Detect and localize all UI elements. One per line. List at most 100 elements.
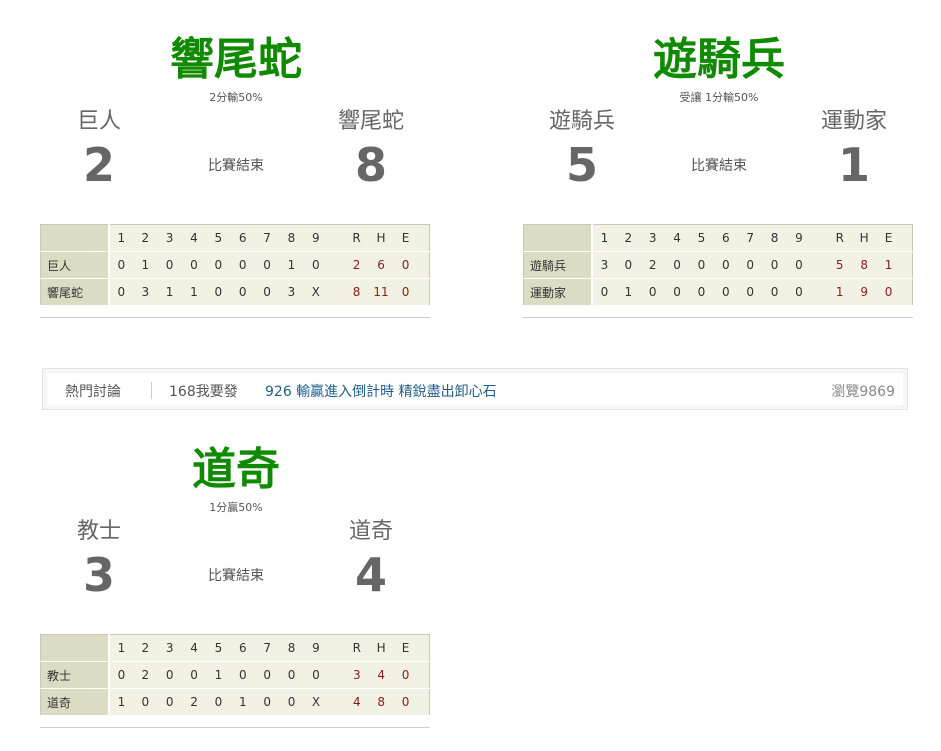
rhe-header: R <box>344 634 369 662</box>
rhe-header: E <box>393 224 418 252</box>
rhe-value: 4 <box>368 661 394 689</box>
inning-runs: 0 <box>157 661 182 689</box>
box-score-table: 1 2 3 4 5 6 7 8 9 R H E 教士 0 2 0 0 1 0 0 0 0 3 4 0 道奇 1 0 0 2 0 1 0 0 X 4 8 0 <box>40 634 430 716</box>
rhe-value: 5 <box>827 251 852 279</box>
inning-runs: 0 <box>254 251 280 279</box>
inning-runs: 0 <box>108 278 134 306</box>
inning-header: 7 <box>254 224 280 252</box>
inning-runs: 1 <box>157 278 182 306</box>
box-score-team-row: 道奇 1 0 0 2 0 1 0 0 X 4 8 0 <box>40 688 430 716</box>
spacer-cell <box>417 688 430 716</box>
box-score-table: 1 2 3 4 5 6 7 8 9 R H E 遊騎兵 3 0 2 0 0 0 0 0 0 5 8 1 運動家 0 1 0 0 0 0 0 0 0 1… <box>523 224 913 306</box>
game-status: 比賽結束 <box>208 568 264 584</box>
spacer-cell <box>327 251 345 279</box>
spacer-cell <box>900 251 913 279</box>
inning-header: 1 <box>108 224 134 252</box>
rhe-header: H <box>851 224 877 252</box>
rhe-value: 0 <box>876 278 901 306</box>
header-blank-cell <box>40 224 110 252</box>
home-team-score: 8 <box>354 138 387 192</box>
inning-runs: 0 <box>786 251 812 279</box>
inning-header: 3 <box>640 224 665 252</box>
betting-note: 受讓 1分輸50% <box>679 91 759 104</box>
away-team-score: 5 <box>565 138 598 192</box>
inning-runs: 0 <box>133 688 158 716</box>
rhe-value: 3 <box>344 661 369 689</box>
rhe-value: 9 <box>851 278 877 306</box>
spacer-cell <box>327 224 345 252</box>
inning-runs: 2 <box>181 688 207 716</box>
box-score-team-row: 響尾蛇 0 3 1 1 0 0 0 3 X 8 11 0 <box>40 278 430 306</box>
box-score-team-row: 巨人 0 1 0 0 0 0 0 1 0 2 6 0 <box>40 251 430 279</box>
post-title-link[interactable]: 926 輸贏進入倒計時 精銳盡出卸心石 <box>265 381 497 401</box>
rhe-header: H <box>368 634 394 662</box>
rhe-value: 4 <box>344 688 369 716</box>
inning-header: 7 <box>738 224 763 252</box>
inning-header: 2 <box>616 224 641 252</box>
inning-runs: 1 <box>133 251 158 279</box>
winner-team: 遊騎兵 <box>653 34 785 85</box>
rhe-value: 8 <box>851 251 877 279</box>
inning-runs: 0 <box>664 251 690 279</box>
inning-runs: 0 <box>279 661 304 689</box>
inning-runs: 3 <box>133 278 158 306</box>
inning-runs: 0 <box>230 251 255 279</box>
inning-runs: 0 <box>279 688 304 716</box>
inning-runs: 1 <box>230 688 256 716</box>
inning-header: 6 <box>230 634 256 662</box>
inning-header: 2 <box>133 224 158 252</box>
inning-runs: 0 <box>713 251 739 279</box>
inning-header: 8 <box>279 634 304 662</box>
away-team-name: 巨人 <box>76 109 121 134</box>
row-team-name: 運動家 <box>523 278 593 306</box>
inning-runs: 0 <box>206 688 231 716</box>
home-team-name: 運動家 <box>820 109 887 134</box>
spacer-cell <box>417 251 430 279</box>
rhe-value: 2 <box>344 251 369 279</box>
post-author[interactable]: 168我要發 <box>169 381 238 401</box>
inning-runs: 0 <box>303 251 328 279</box>
inning-runs: 2 <box>133 661 158 689</box>
box-score-team-row: 運動家 0 1 0 0 0 0 0 0 0 1 9 0 <box>523 278 913 306</box>
home-team-score: 4 <box>354 548 387 602</box>
inning-header: 9 <box>303 634 329 662</box>
row-team-name: 道奇 <box>40 688 110 716</box>
game-card-rangers-athletics: 遊騎兵 受讓 1分輸50% 遊騎兵 運動家 5 1 比賽結束 1 2 3 4 5 6 7 8 9 R H E 遊騎兵 3… <box>523 0 915 320</box>
inning-header: 1 <box>108 634 134 662</box>
hot-discussion-bar: 熱門討論 168我要發 926 輸贏進入倒計時 精銳盡出卸心石 瀏覽9869 <box>42 368 908 410</box>
inning-runs: 1 <box>279 251 304 279</box>
spacer-cell <box>417 634 430 662</box>
inning-runs: 1 <box>181 278 207 306</box>
view-count: 瀏覽9869 <box>831 384 895 400</box>
inning-runs: 0 <box>762 251 787 279</box>
rhe-header: R <box>827 224 852 252</box>
game-status: 比賽結束 <box>691 158 747 174</box>
inning-runs: 0 <box>689 278 714 306</box>
row-team-name: 教士 <box>40 661 110 689</box>
inning-runs: 0 <box>181 661 207 689</box>
home-team-name: 道奇 <box>348 519 393 544</box>
rhe-value: 8 <box>368 688 394 716</box>
inning-header: 3 <box>157 634 182 662</box>
row-team-name: 巨人 <box>40 251 110 279</box>
game-card-giants-diamondbacks: 響尾蛇 2分輸50% 巨人 響尾蛇 2 8 比賽結束 1 2 3 4 5 6 7 8 9 R H E 巨人 0 1 0 0 0 0… <box>40 0 432 320</box>
winner-team: 響尾蛇 <box>170 34 302 85</box>
inning-runs: 3 <box>591 251 617 279</box>
spacer-cell <box>328 688 345 716</box>
rhe-value: 6 <box>368 251 394 279</box>
inning-runs: 0 <box>303 661 329 689</box>
inning-runs: 0 <box>230 278 255 306</box>
inning-runs: 0 <box>738 278 763 306</box>
inning-header: 9 <box>303 224 328 252</box>
inning-header: 6 <box>230 224 255 252</box>
inning-header: 9 <box>786 224 812 252</box>
rhe-header: R <box>344 224 369 252</box>
section-divider <box>40 317 430 318</box>
inning-header: 5 <box>206 224 231 252</box>
inning-header: 8 <box>279 224 304 252</box>
inning-runs: 0 <box>230 661 256 689</box>
inning-runs: 0 <box>738 251 763 279</box>
rhe-header: E <box>393 634 418 662</box>
rhe-value: 1 <box>827 278 852 306</box>
rhe-value: 11 <box>368 278 394 306</box>
